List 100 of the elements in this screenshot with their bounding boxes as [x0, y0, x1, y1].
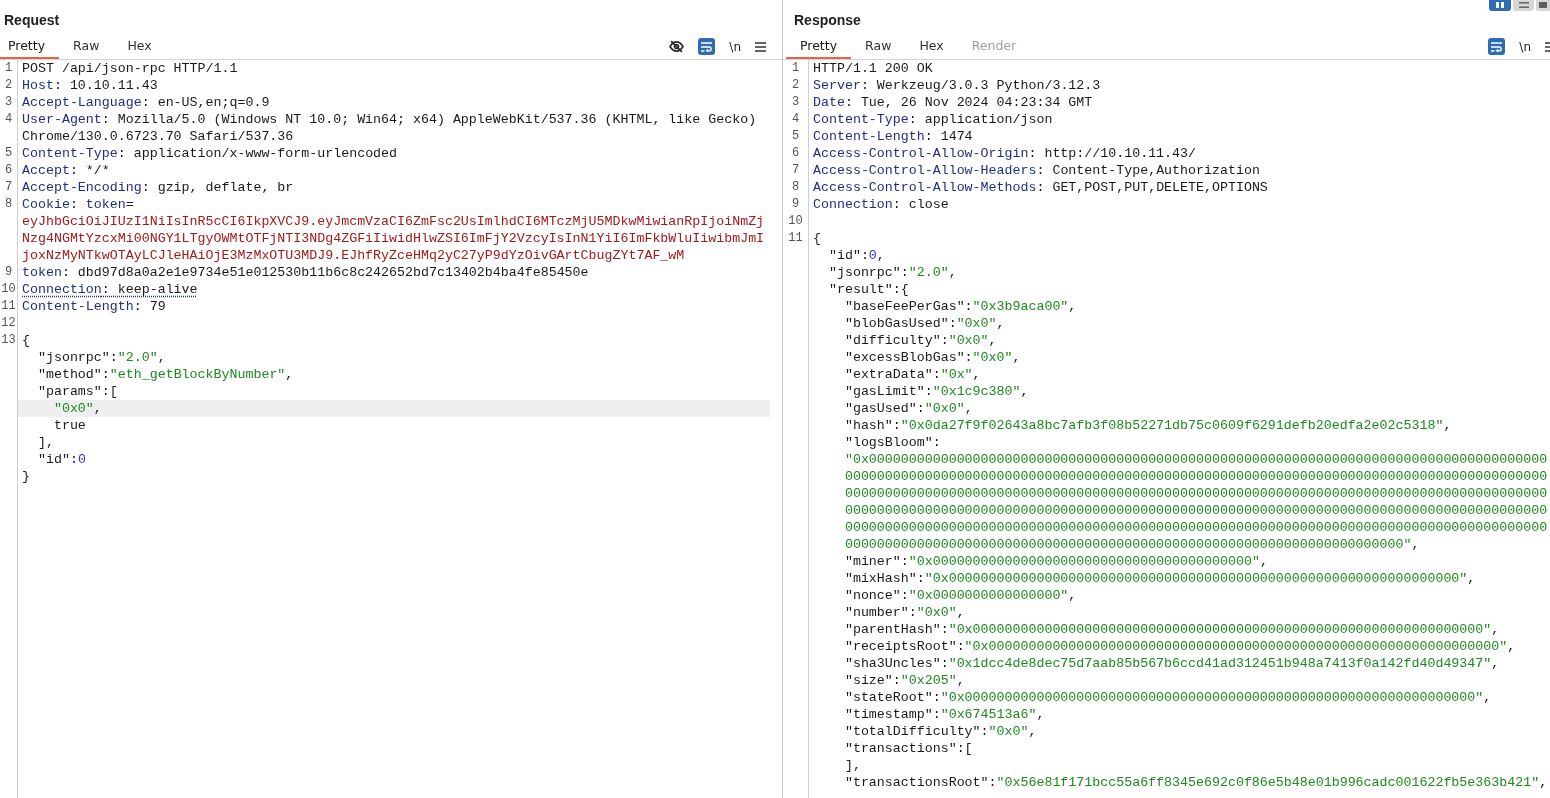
panel-title: Response	[794, 12, 861, 30]
code-line: "logsBloom":	[843, 434, 941, 451]
code-line: 0000000000000000000000000000000000000000000000000000000000000000000000000000000000000000	[843, 468, 1548, 485]
wrap-toggle-button[interactable]	[698, 38, 716, 55]
line-number: 3	[3, 94, 14, 111]
code-line: "baseFeePerGas":"0x3b9aca00",	[843, 298, 1077, 315]
line-number: 5	[3, 145, 14, 162]
code-line: Access-Control-Allow-Methods: GET,POST,PUT,DELETE,OPTIONS	[812, 179, 1268, 196]
code-line: Accept: */*	[21, 162, 111, 179]
code-line: Content-Type: application/json	[812, 111, 1053, 128]
code-line: "gasUsed":"0x0",	[843, 400, 973, 417]
code-line: 0000000000000000000000000000000000000000000000000000000000000000000000000000000000000000	[843, 519, 1548, 536]
columns-icon	[1496, 2, 1504, 8]
code-line: Cookie: token= eyJhbGciOiJIUzI1NiIsInR5cCI6IkpXVCJ9.eyJmcmVzaCI6ZmFsc2UsImlhdCI6MTczMjU5MDkwMiwianRpIjoiNmZjNzg4NGMtYzcxMi00NGY1LTgyOWMtOTFjNTI3NDg4ZGFiIiwidHlwZSI6ImFjY2VzcyIsInN1YiI6ImFkbWluIiwibmJmIjoxNzMyNTkwOTAyLCJleHAiOjE3MzMxOTU3MDJ9.EJhfRyZceHMq2yC27yP9dYzOivGArtCbugZYt7AF_wM	[21, 196, 766, 264]
code-line: POST /api/json-rpc HTTP/1.1	[21, 60, 239, 77]
code-line: "excessBlobGas":"0x0",	[843, 349, 1021, 366]
code-line: Date: Tue, 26 Nov 2024 04:23:34 GMT	[812, 94, 1093, 111]
code-line: Content-Type: application/x-www-form-urlencoded	[21, 145, 399, 162]
code-line: Access-Control-Allow-Headers: Content-Type,Authorization	[812, 162, 1260, 179]
menu-icon	[755, 41, 766, 52]
line-number: 6	[790, 145, 801, 162]
line-number: 9	[790, 196, 801, 213]
wrap-toggle-button[interactable]	[1488, 38, 1506, 55]
line-number: 9	[3, 264, 14, 281]
code-line: token: dbd97d8a0a2e1e9734e51e012530b11b6c8c242652bd7c13402b4ba4fe85450e	[21, 264, 590, 281]
code-line: "stateRoot":"0x0000000000000000000000000000000000000000000000000000000000000000",	[843, 689, 1492, 706]
code-line: 0000000000000000000000000000000000000000000000000000000000000000000000",	[843, 536, 1420, 553]
code-line: "receiptsRoot":"0x0000000000000000000000000000000000000000000000000000000000000000",	[843, 638, 1516, 655]
line-number: 4	[790, 111, 801, 128]
code-line: }	[21, 468, 31, 485]
code-line: {	[812, 230, 821, 247]
code-line: "id":0,	[827, 247, 885, 264]
code-line: true	[52, 417, 87, 434]
code-line: "totalDifficulty":"0x0",	[843, 723, 1037, 740]
line-number: 3	[790, 94, 801, 111]
tab[interactable]: Raw	[59, 34, 114, 59]
code-line: Connection: close	[812, 196, 949, 213]
menu-icon	[1545, 41, 1550, 52]
rows-icon	[1518, 2, 1529, 8]
code-line: Server: Werkzeug/3.0.3 Python/3.12.3	[812, 77, 1101, 94]
code-line: "id":0	[36, 451, 87, 468]
line-number: 11	[787, 230, 804, 247]
code-line: "miner":"0x0000000000000000000000000000000000000000",	[843, 553, 1268, 570]
code-line: Content-Length: 1474	[812, 128, 973, 145]
code-line: Connection: keep-alive	[21, 281, 199, 298]
code-line: Access-Control-Allow-Origin: http://10.10.11.43/	[812, 145, 1197, 162]
line-number: 13	[0, 332, 17, 349]
line-number: 1	[3, 60, 14, 77]
code-line: "extraData":"0x",	[843, 366, 981, 383]
code-line: "nonce":"0x0000000000000000",	[843, 587, 1077, 604]
line-number: 8	[790, 179, 801, 196]
code-line: "difficulty":"0x0",	[843, 332, 997, 349]
layout-button[interactable]	[1536, 0, 1550, 11]
code-line: "method":"eth_getBlockByNumber",	[36, 366, 295, 383]
code-line: 0000000000000000000000000000000000000000000000000000000000000000000000000000000000000000	[843, 485, 1548, 502]
code-line: "gasLimit":"0x1c9c380",	[843, 383, 1029, 400]
line-number: 10	[787, 213, 804, 230]
line-number: 5	[790, 128, 801, 145]
code-line: ],	[36, 434, 55, 451]
code-line: "blobGasUsed":"0x0",	[843, 315, 1005, 332]
square-icon	[1539, 2, 1547, 8]
tab[interactable]: Hex	[905, 34, 958, 59]
code-line: HTTP/1.1 200 OK	[812, 60, 933, 77]
line-number: 4	[3, 111, 14, 128]
code-line: ],	[843, 757, 861, 774]
line-number: 12	[0, 315, 17, 332]
code-line: "timestamp":"0x674513a6",	[843, 706, 1045, 723]
code-line: "mixHash":"0x0000000000000000000000000000000000000000000000000000000000000000",	[843, 570, 1476, 587]
code-line: "sha3Uncles":"0x1dcc4de8dec75d7aab85b567b6ccd41ad312451b948a7413f0a142fd40d49347",	[843, 655, 1500, 672]
line-number: 2	[790, 77, 801, 94]
code-line: "jsonrpc":"2.0",	[36, 349, 167, 366]
line-number: 11	[0, 298, 17, 315]
code-line: Accept-Encoding: gzip, deflate, br	[21, 179, 295, 196]
code-line: Content-Length: 79	[21, 298, 167, 315]
tab[interactable]: Hex	[113, 34, 166, 59]
eye-slash-icon	[669, 40, 685, 53]
code-line: "result":{	[827, 281, 909, 298]
code-line: User-Agent: Mozilla/5.0 (Windows NT 10.0; Win64; x64) AppleWebKit/537.36 (KHTML, like Gecko) Chrome/130.0.6723.70 Safari/537.36	[21, 111, 758, 145]
wrap-icon	[1491, 41, 1503, 52]
code-line: 0000000000000000000000000000000000000000000000000000000000000000000000000000000000000000	[843, 502, 1548, 519]
code-line: "parentHash":"0x0000000000000000000000000000000000000000000000000000000000000000",	[843, 621, 1500, 638]
line-number: 8	[3, 196, 14, 213]
code-line: "size":"0x205",	[843, 672, 965, 689]
panel-title: Request	[4, 12, 60, 30]
line-number: 6	[3, 162, 14, 179]
newline-toggle-button[interactable]: \n	[1518, 38, 1532, 55]
line-number: 10	[0, 281, 17, 298]
code-line: "number":"0x0",	[843, 604, 965, 621]
line-number: 7	[790, 162, 801, 179]
layout-button[interactable]	[1489, 0, 1511, 11]
line-number: 1	[790, 60, 801, 77]
wrap-icon	[701, 41, 713, 52]
code-line: {	[21, 332, 31, 349]
newline-toggle-button[interactable]: \n	[728, 38, 742, 55]
tab[interactable]: Raw	[851, 34, 906, 59]
visibility-toggle-button[interactable]	[668, 38, 686, 55]
code-line: "transactionsRoot":"0x56e81f171bcc55a6ff8345e692c0f86e5b48e01b996cadc001622fb5e363b421",	[843, 774, 1548, 791]
code-line: "0x0000000000000000000000000000000000000000000000000000000000000000000000000000000000000	[843, 451, 1548, 468]
code-line: "jsonrpc":"2.0",	[827, 264, 957, 281]
layout-button[interactable]	[1513, 0, 1534, 11]
